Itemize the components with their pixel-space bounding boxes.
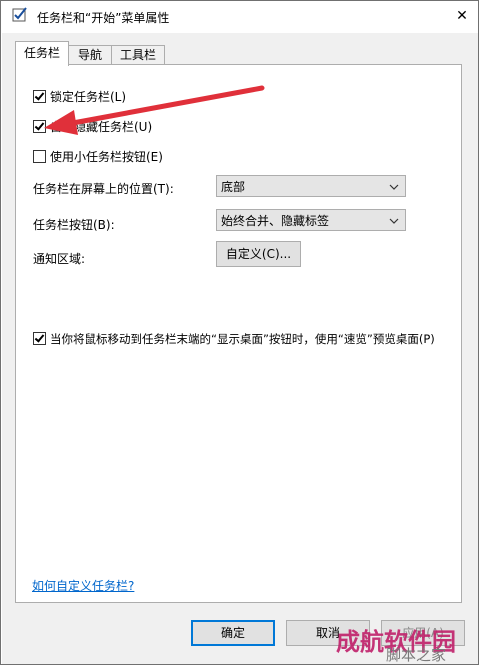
annotation-arrow [44,85,265,135]
watermark-script-home: 脚本之家 [386,646,447,664]
tab-taskbar[interactable]: 任务栏 [15,41,69,66]
